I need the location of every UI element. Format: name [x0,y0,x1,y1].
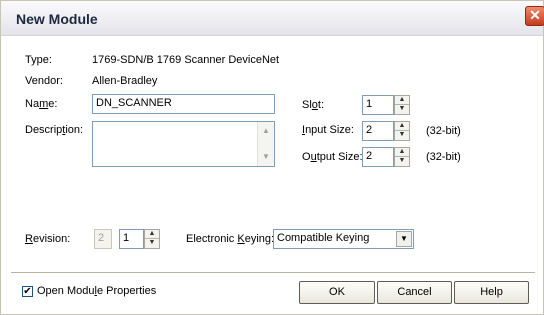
input-size-unit: (32-bit) [426,125,461,137]
slot-input[interactable]: 1 [362,95,394,115]
close-icon: ✕ [529,7,541,23]
revision-label: Revision: [25,233,71,245]
output-size-unit: (32-bit) [426,151,461,163]
ok-button[interactable]: OK [299,281,375,304]
footer-divider [11,272,535,273]
window-title: New Module [16,11,98,27]
cancel-button[interactable]: Cancel [377,281,452,304]
description-input[interactable]: ▲ ▼ [92,121,275,167]
title-bar[interactable]: New Module ✕ [1,1,544,36]
open-props-checkbox[interactable]: ✔ [22,286,33,297]
keying-select[interactable]: Compatible Keying ▼ [273,229,414,249]
vendor-value: Allen-Bradley [92,75,158,87]
keying-value: Compatible Keying [277,232,370,244]
name-input[interactable]: DN_SCANNER [92,94,275,114]
new-module-dialog: New Module ✕ Type: 1769-SDN/B 1769 Scann… [0,0,544,315]
output-size-stepper[interactable]: ▲ ▼ [394,147,410,167]
type-label: Type: [25,54,52,66]
description-label: Description: [25,124,84,136]
spin-up-icon[interactable]: ▲ [395,96,409,105]
scroll-up-icon[interactable]: ▲ [260,125,272,137]
open-props-label[interactable]: Open Module Properties [37,285,156,297]
scroll-down-icon[interactable]: ▼ [260,151,272,163]
spin-down-icon[interactable]: ▼ [395,157,409,166]
input-size-input[interactable]: 2 [362,121,394,141]
type-value: 1769-SDN/B 1769 Scanner DeviceNet [92,54,280,66]
output-size-input[interactable]: 2 [362,147,394,167]
spin-down-icon[interactable]: ▼ [395,105,409,114]
spin-up-icon[interactable]: ▲ [395,122,409,131]
revision-stepper[interactable]: ▲ ▼ [144,229,160,249]
close-button[interactable]: ✕ [525,6,544,26]
spin-down-icon[interactable]: ▼ [395,131,409,140]
spin-up-icon[interactable]: ▲ [145,230,159,239]
vendor-label: Vendor: [25,75,63,87]
spin-up-icon[interactable]: ▲ [395,148,409,157]
slot-stepper[interactable]: ▲ ▼ [394,95,410,115]
check-icon: ✔ [23,286,32,297]
revision-minor-input[interactable]: 1 [119,229,144,249]
chevron-down-icon[interactable]: ▼ [396,231,412,247]
revision-major-input: 2 [94,229,112,249]
input-size-label: Input Size: [302,124,354,136]
output-size-label: Output Size: [302,151,363,163]
name-label: Name: [25,98,58,110]
slot-label: Slot: [302,99,325,111]
help-button[interactable]: Help [454,281,529,304]
spin-down-icon[interactable]: ▼ [145,239,159,248]
input-size-stepper[interactable]: ▲ ▼ [394,121,410,141]
description-scrollbar[interactable]: ▲ ▼ [257,122,274,166]
keying-label: Electronic Keying: [186,233,275,245]
